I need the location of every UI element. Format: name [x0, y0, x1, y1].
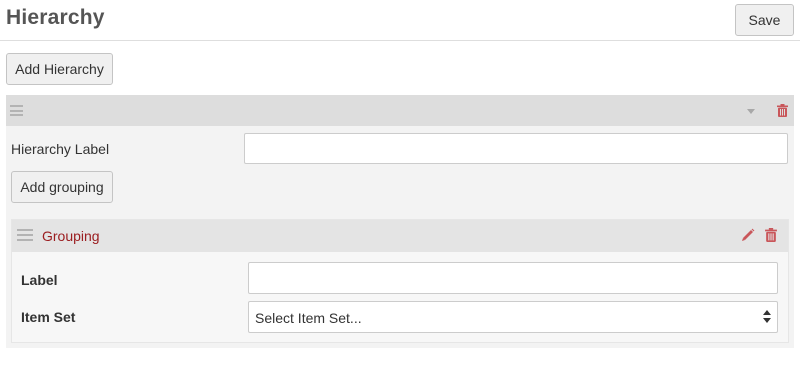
hierarchy-label-input[interactable]	[244, 133, 788, 164]
collapse-arrow-icon[interactable]	[747, 109, 755, 114]
grouping-title: Grouping	[42, 228, 100, 244]
hierarchy-header-bar	[6, 95, 794, 126]
hierarchy-label-caption: Hierarchy Label	[11, 141, 110, 157]
save-button[interactable]: Save	[735, 4, 794, 36]
drag-handle-icon[interactable]	[17, 229, 33, 241]
select-arrows-icon	[763, 310, 771, 326]
trash-icon[interactable]	[777, 104, 788, 117]
grouping-header-bar: Grouping	[12, 220, 788, 252]
page-header: Hierarchy Save	[0, 0, 800, 41]
trash-icon[interactable]	[765, 228, 777, 242]
page-title: Hierarchy	[6, 6, 105, 29]
grouping-panel: Grouping Label Item Set Select Item Set.…	[11, 219, 789, 343]
pencil-icon[interactable]	[741, 228, 755, 242]
item-set-select[interactable]: Select Item Set...	[248, 301, 778, 333]
grouping-label-caption: Label	[21, 272, 58, 288]
grouping-label-input[interactable]	[248, 262, 778, 294]
drag-handle-icon[interactable]	[10, 105, 23, 116]
add-grouping-button[interactable]: Add grouping	[11, 171, 113, 203]
item-set-selected-value: Select Item Set...	[255, 310, 362, 326]
item-set-caption: Item Set	[21, 309, 76, 325]
hierarchy-panel: Hierarchy Label Add grouping Grouping La…	[6, 95, 794, 348]
add-hierarchy-button[interactable]: Add Hierarchy	[6, 53, 113, 85]
